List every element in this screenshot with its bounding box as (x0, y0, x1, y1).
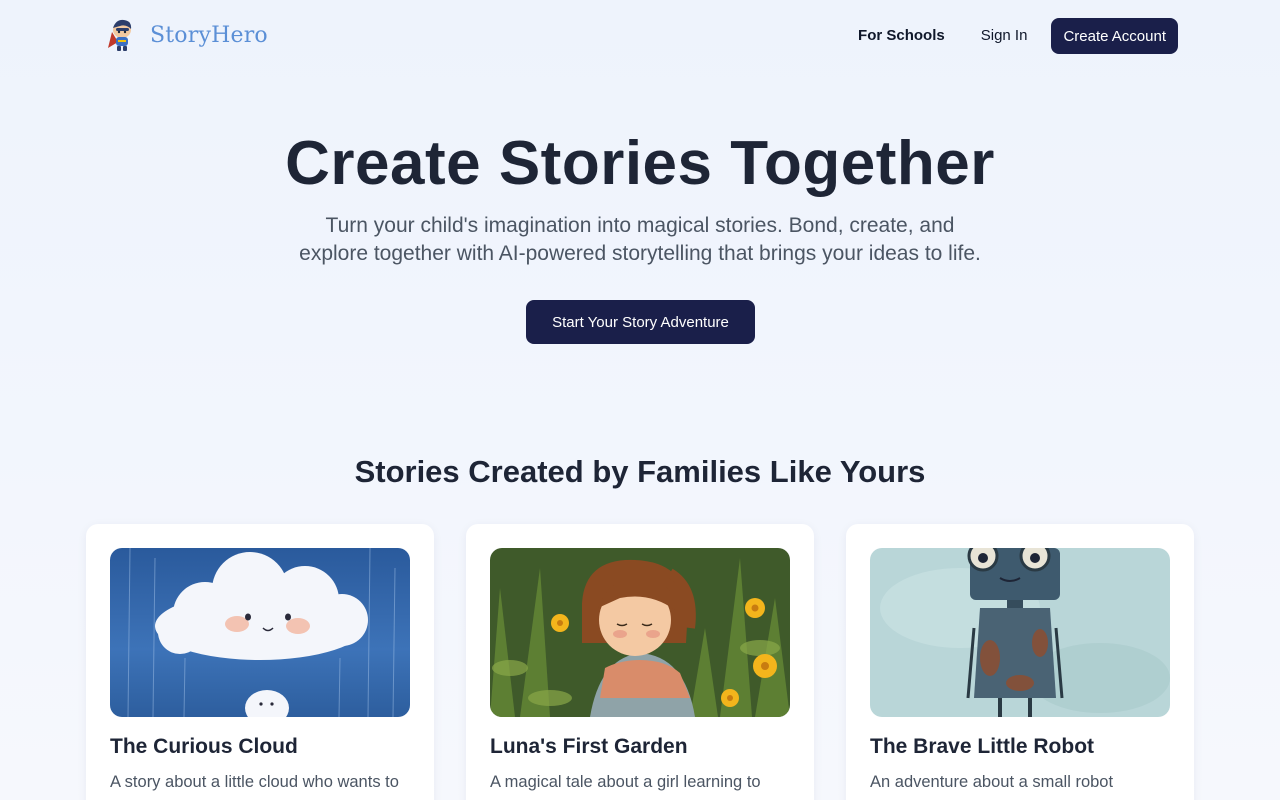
create-account-button[interactable]: Create Account (1051, 18, 1178, 54)
story-card[interactable]: The Brave Little Robot An adventure abou… (846, 524, 1194, 800)
brand-logo[interactable]: StoryHero (106, 18, 268, 52)
sign-in-link[interactable]: Sign In (963, 18, 1046, 54)
brand-name: StoryHero (150, 22, 268, 48)
story-card-description: A magical tale about a girl learning to (490, 773, 761, 791)
story-card[interactable]: Luna's First Garden A magical tale about… (466, 524, 814, 800)
stories-section-title: Stories Created by Families Like Yours (354, 454, 926, 489)
story-card-description: A story about a little cloud who wants t… (110, 773, 399, 791)
girl-in-garden-illustration (490, 548, 790, 717)
site-header: StoryHero For Schools Sign In Create Acc… (0, 0, 1280, 72)
hero-title: Create Stories Together (285, 129, 995, 198)
story-card-title: Luna's First Garden (490, 735, 688, 758)
superhero-kid-icon (108, 19, 132, 51)
hero-subtitle: Turn your child's imagination into magic… (299, 214, 981, 265)
start-story-button[interactable]: Start Your Story Adventure (526, 300, 755, 344)
top-nav: For Schools Sign In Create Account (840, 18, 1178, 54)
smiling-cloud-illustration (110, 548, 410, 717)
story-card-title: The Curious Cloud (110, 735, 298, 758)
story-card-title: The Brave Little Robot (870, 735, 1095, 758)
rusty-robot-illustration (870, 548, 1170, 717)
story-cards: The Curious Cloud A story about a little… (86, 524, 1194, 800)
for-schools-link[interactable]: For Schools (840, 18, 963, 54)
story-card[interactable]: The Curious Cloud A story about a little… (86, 524, 434, 800)
story-card-description: An adventure about a small robot learnin… (870, 773, 1114, 800)
